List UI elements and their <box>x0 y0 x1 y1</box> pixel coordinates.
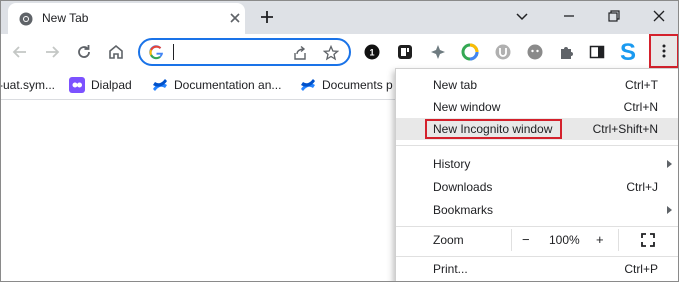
zoom-level: 100% <box>549 233 580 247</box>
google-icon <box>149 45 163 60</box>
menu-item-print[interactable]: Print... Ctrl+P <box>396 258 678 280</box>
menu-item-shortcut: Ctrl+P <box>624 262 658 276</box>
bookmark-label: -uat.sym... <box>0 78 56 92</box>
chrome-icon <box>19 12 33 26</box>
forward-icon[interactable] <box>43 43 61 61</box>
menu-item-new-window[interactable]: New window Ctrl+N <box>396 96 678 118</box>
share-icon[interactable] <box>292 45 308 61</box>
menu-item-label: History <box>433 157 471 171</box>
submenu-arrow-icon <box>667 206 672 214</box>
svg-text:S: S <box>620 39 636 65</box>
menu-item-label: New Incognito window <box>433 122 553 136</box>
home-icon[interactable] <box>107 43 125 61</box>
svg-text:1: 1 <box>369 48 374 58</box>
submenu-arrow-icon <box>667 160 672 168</box>
tab-strip: New Tab <box>1 1 678 34</box>
browser-window: New Tab 1 S -uat.sym... Dialpad Document… <box>0 0 679 282</box>
menu-separator <box>396 256 678 257</box>
extension-u-icon[interactable] <box>494 43 512 61</box>
menu-item-new-tab[interactable]: New tab Ctrl+T <box>396 74 678 96</box>
chrome-menu-button[interactable] <box>649 34 678 68</box>
zoom-divider <box>511 229 512 251</box>
minimize-icon[interactable] <box>559 7 579 25</box>
menu-item-bookmarks[interactable]: Bookmarks <box>396 199 678 221</box>
bookmark-star-icon[interactable] <box>323 45 339 61</box>
menu-item-label: Bookmarks <box>433 203 494 217</box>
extension-doc-icon[interactable] <box>396 43 414 61</box>
extension-s-icon[interactable]: S <box>617 39 639 65</box>
menu-item-shortcut: Ctrl+N <box>623 100 658 114</box>
bookmark-label: Documents p <box>322 78 393 92</box>
menu-item-shortcut: Ctrl+J <box>626 180 658 194</box>
menu-separator <box>396 226 678 227</box>
menu-item-label: Print... <box>433 262 468 276</box>
menu-item-shortcut: Ctrl+Shift+N <box>592 122 658 136</box>
chrome-menu: New tab Ctrl+T New window Ctrl+N New Inc… <box>395 68 678 281</box>
dialpad-icon <box>69 77 85 93</box>
extensions-puzzle-icon[interactable] <box>557 43 575 61</box>
more-vertical-icon <box>662 44 666 58</box>
menu-separator <box>396 145 678 146</box>
bookmark-label: Documentation an... <box>174 78 282 92</box>
close-tab-icon[interactable] <box>228 11 242 25</box>
menu-item-new-incognito-window[interactable]: New Incognito window Ctrl+Shift+N <box>396 118 678 140</box>
side-panel-icon[interactable] <box>588 43 606 61</box>
address-bar[interactable] <box>138 38 351 66</box>
menu-item-shortcut: Ctrl+T <box>625 78 658 92</box>
menu-item-downloads[interactable]: Downloads Ctrl+J <box>396 176 678 198</box>
toolbar: 1 S <box>1 34 678 70</box>
zoom-out-button[interactable]: − <box>522 232 530 247</box>
menu-item-label: New tab <box>433 78 478 92</box>
bookmark-label: Dialpad <box>91 78 132 92</box>
menu-item-history[interactable]: History <box>396 153 678 175</box>
chevron-down-icon[interactable] <box>512 7 532 25</box>
extension-color-ring-icon[interactable] <box>461 43 479 61</box>
tab-title: New Tab <box>42 11 89 25</box>
restore-icon[interactable] <box>604 7 624 25</box>
back-icon[interactable] <box>11 43 29 61</box>
reload-icon[interactable] <box>75 43 93 61</box>
fullscreen-icon[interactable] <box>641 233 655 247</box>
zoom-divider <box>618 229 619 251</box>
zoom-in-button[interactable]: + <box>596 232 604 247</box>
extension-puzzle-grid-icon[interactable] <box>429 43 447 61</box>
menu-item-label: New window <box>433 100 501 114</box>
extension-face-icon[interactable] <box>526 43 544 61</box>
close-window-icon[interactable] <box>649 7 669 25</box>
menu-item-label: Zoom <box>433 233 464 247</box>
menu-item-zoom: Zoom − 100% + <box>396 229 678 251</box>
tab-new-tab[interactable]: New Tab <box>8 3 245 34</box>
text-caret <box>173 44 174 60</box>
confluence-icon <box>301 79 315 91</box>
new-tab-icon[interactable] <box>259 9 275 25</box>
menu-item-label: Downloads <box>433 180 493 194</box>
confluence-icon <box>153 79 167 91</box>
one-password-icon[interactable]: 1 <box>363 43 381 61</box>
